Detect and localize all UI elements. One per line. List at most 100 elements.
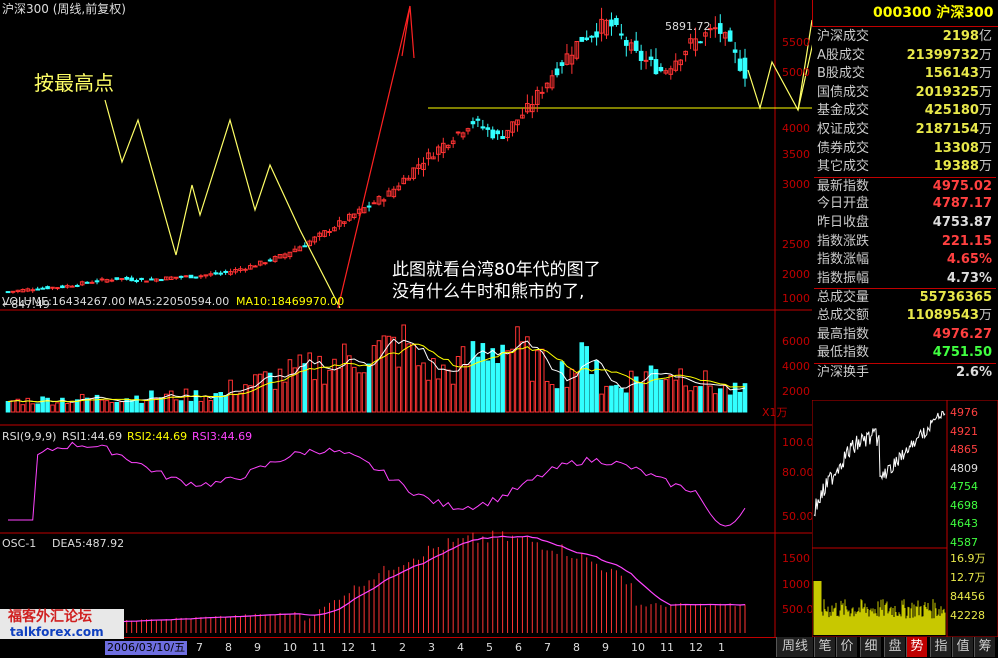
quote-panel: 沪深成交 2198亿 A股成交 21399732万 B股成交 156143万 国债成交 201… [814,28,998,428]
candle-body [742,57,748,79]
volume-bar [614,384,619,413]
quote-row: B股成交 156143万 [814,65,996,83]
quote-value: 2198亿 [943,28,992,46]
quote-label: 权证成交 [817,122,870,137]
candle-body [35,288,40,291]
quote-label: 债券成交 [817,140,870,156]
month-label: 10 [631,641,645,654]
candle-body [614,18,619,26]
volume-bar [401,324,407,413]
volume-bar [426,379,431,413]
tab-1[interactable]: 笔 [814,637,835,657]
volume-bar [515,326,520,413]
volume-bar [539,348,545,413]
candle-body [490,129,496,139]
volume-bar [337,367,342,413]
volume-bar [342,343,347,413]
volume-bar [154,398,159,413]
volume-bar [79,393,85,413]
volume-bar [312,379,317,413]
volume-bar [638,382,644,413]
volume-bar [500,344,505,413]
quote-label: 今日开盘 [817,196,870,212]
volume-bar [267,372,273,413]
quote-row: 国债成交 2019325万 [814,84,996,102]
volume-bar [683,385,688,413]
volume-bar [431,358,436,413]
quote-value-text: 4.73% [946,270,992,286]
volume-bar [376,340,382,413]
volume-bar [366,363,372,413]
volume-bar [282,381,288,413]
quote-row: 昨日收盘 4753.87 [814,214,996,232]
volume-bar [411,344,416,413]
month-label: 5 [486,641,493,654]
quote-row: A股成交 21399732万 [814,47,996,65]
quote-value: 425180万 [925,102,992,120]
mini-vol-tick: 42228 [950,609,985,622]
quote-value: 2.6% [956,364,992,382]
volume-bar [648,365,654,413]
candle-body [584,37,590,41]
quote-value-text: 2187154 [915,122,979,137]
tab-2[interactable]: 价 [836,637,857,657]
month-label: 12 [689,641,703,654]
quote-label: 指数振幅 [817,270,870,286]
candle-body [193,276,199,279]
volume-bar [381,335,387,413]
tab-4[interactable]: 盘 [884,637,905,657]
quote-row: 其它成交 19388万 [814,158,996,176]
price-tick: 3000 [782,178,810,191]
volume-bar [356,372,362,413]
candle-body [55,287,60,290]
price-tick: 2000 [782,268,810,281]
price-tick: 2500 [782,238,810,251]
tab-6[interactable]: 指 [930,637,951,657]
quote-label: 总成交额 [817,308,870,323]
candle-body [243,268,248,271]
candle-body [623,40,629,46]
quote-label: A股成交 [817,47,865,63]
volume-bar [183,388,189,413]
volume-label: VOLUME:16434267.00 [2,295,126,308]
candle-body [60,285,65,289]
month-label: 12 [341,641,355,654]
tab-8[interactable]: 筹 [974,637,995,657]
candle-body [119,278,125,281]
candle-body [698,41,703,44]
candle-body [267,259,273,262]
vol-unit: X1万 [762,406,788,419]
quote-unit: 万 [978,308,992,323]
candle-body [609,19,614,27]
quote-unit: 万 [978,103,992,119]
quote-value-text: 2198 [942,29,979,44]
volume-bar [40,396,45,413]
month-label: 8 [225,641,232,654]
volume-bar [233,393,238,413]
quote-label: 基金成交 [817,103,870,119]
quote-row: 今日开盘 4787.17 [814,195,996,213]
volume-bar [579,342,585,413]
volume-bar [361,372,367,413]
volume-bar [698,386,703,413]
month-label: 4 [457,641,464,654]
quote-value-text: 21399732 [906,47,979,63]
volume-bar [520,341,525,413]
volume-bar [460,346,466,413]
candle-body [218,272,223,275]
tab-5[interactable]: 势 [906,637,927,657]
volume-bar [688,390,693,413]
volume-bar [248,385,253,413]
volume-bar [351,366,357,413]
volume-bar [589,374,594,413]
vol-axis-2000: 2000 [782,385,810,398]
tab-3[interactable]: 细 [860,637,881,657]
tab-0[interactable]: 周线 [776,637,813,657]
candle-body [149,278,154,281]
volume-bar [445,369,451,413]
quote-label: 昨日收盘 [817,215,870,230]
tab-7[interactable]: 值 [952,637,973,657]
volume-bar [203,395,209,413]
vol-axis-4000: 4000 [782,360,810,373]
date-axis: 2006/03/10/五 7 8 9 10 11 12 1 2 3 4 5 6 7 8 9 10 11 12 1 [0,637,812,658]
